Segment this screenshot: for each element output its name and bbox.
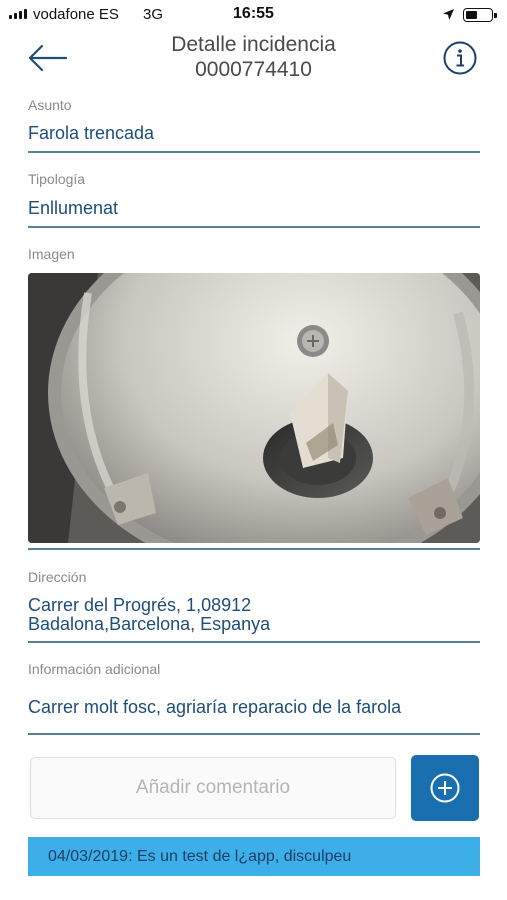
page-title: Detalle incidencia 0000774410 xyxy=(100,32,407,82)
direccion-line-2: Badalona,Barcelona, Espanya xyxy=(28,614,271,634)
imagen-label: Imagen xyxy=(28,246,75,262)
direccion-line-1: Carrer del Progrés, 1,08912 xyxy=(28,595,252,615)
comment-input[interactable] xyxy=(30,757,396,819)
location-arrow-icon xyxy=(442,8,455,26)
direccion-value: Carrer del Progrés, 1,08912 Badalona,Bar… xyxy=(28,596,270,634)
add-comment-button[interactable] xyxy=(411,755,479,821)
page-title-text: Detalle incidencia xyxy=(171,33,336,56)
battery-icon xyxy=(463,8,497,22)
back-arrow-icon xyxy=(28,44,68,72)
tipologia-label: Tipología xyxy=(28,171,86,187)
divider xyxy=(28,641,480,643)
status-bar: vodafone ES 3G 16:55 xyxy=(0,0,507,30)
plus-circle-icon xyxy=(430,773,460,803)
divider xyxy=(28,548,480,550)
divider xyxy=(28,151,480,153)
comment-item: 04/03/2019: Es un test de l¿app, disculp… xyxy=(28,837,480,876)
divider xyxy=(28,226,480,228)
asunto-label: Asunto xyxy=(28,97,72,113)
asunto-value: Farola trencada xyxy=(28,123,155,143)
info-icon xyxy=(443,41,477,75)
back-button[interactable] xyxy=(24,40,72,76)
divider xyxy=(28,733,480,735)
tipologia-value: Enllumenat xyxy=(28,198,119,218)
incident-number: 0000774410 xyxy=(195,58,312,81)
status-time: 16:55 xyxy=(233,5,274,22)
informacion-value: Carrer molt fosc, agriaría reparacio de … xyxy=(28,697,402,717)
incident-photo[interactable] xyxy=(28,273,480,543)
info-button[interactable] xyxy=(443,41,477,75)
streetlight-photo xyxy=(28,273,480,543)
informacion-label: Información adicional xyxy=(28,661,161,677)
direccion-label: Dirección xyxy=(28,569,87,585)
